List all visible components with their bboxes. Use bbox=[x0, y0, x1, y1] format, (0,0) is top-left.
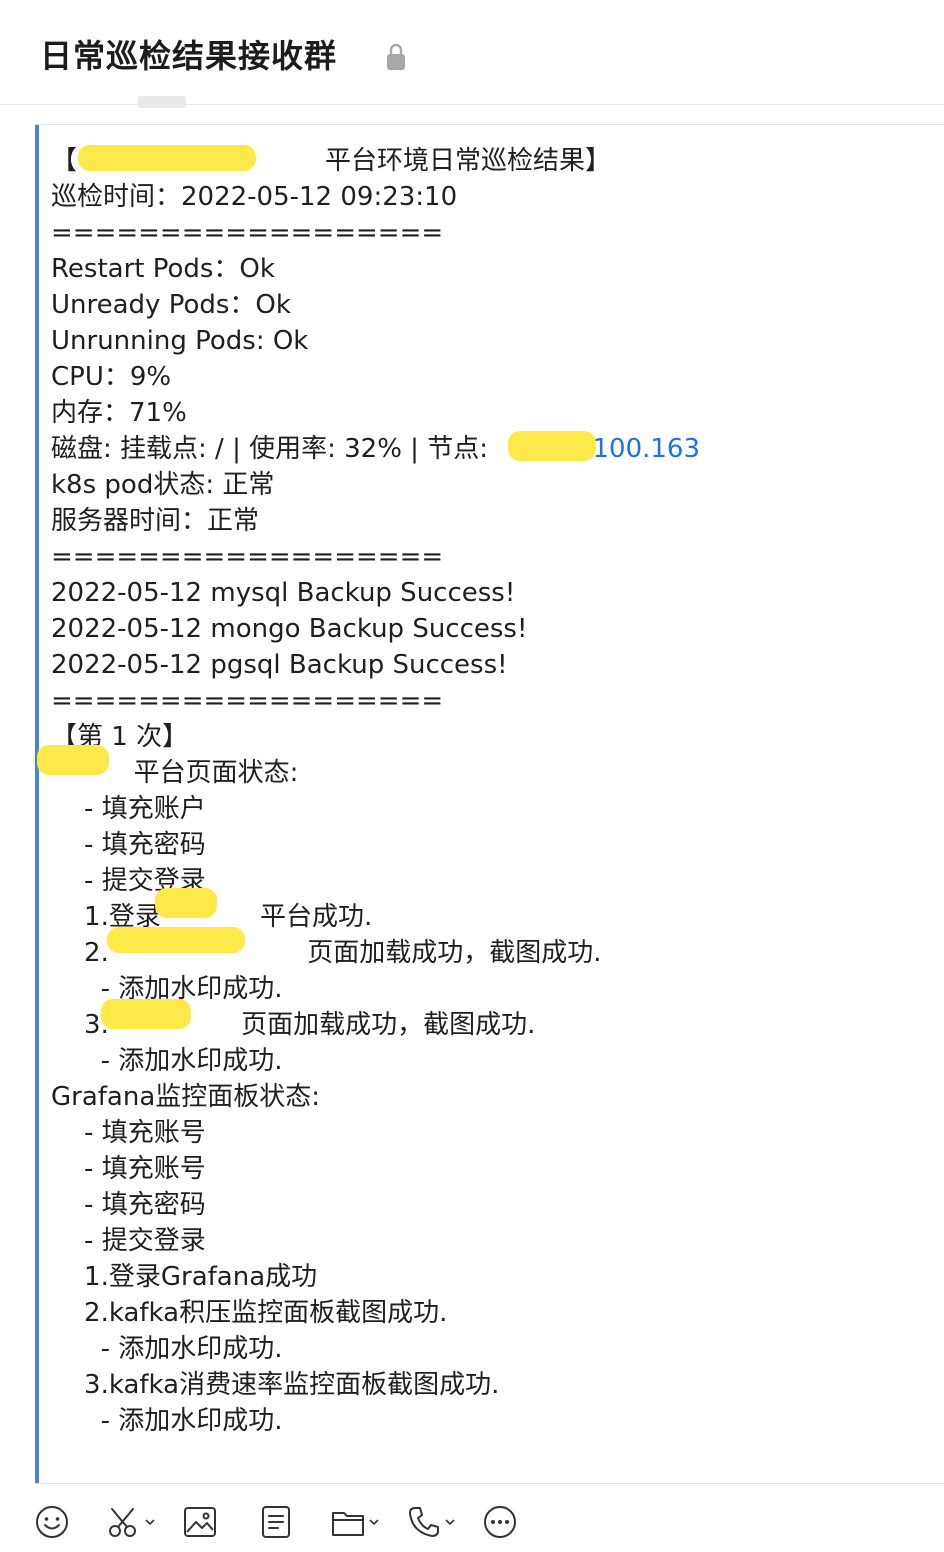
message-line: - 填充密码 bbox=[51, 830, 206, 860]
message-bubble: 【 平台环境日常巡检结果】 巡检时间：2022-05-12 09:23:10 =… bbox=[35, 124, 944, 1484]
message-line: Unready Pods：Ok bbox=[51, 290, 291, 320]
call-button[interactable] bbox=[406, 1504, 456, 1540]
node-ip-link[interactable]: .100.163 bbox=[584, 434, 700, 464]
message-line: - 填充账号 bbox=[51, 1118, 206, 1148]
disk-text: 磁盘: 挂载点: / | 使用率: 32% | 节点: bbox=[51, 434, 497, 464]
message-text: 【 平台环境日常巡检结果】 巡检时间：2022-05-12 09:23:10 =… bbox=[51, 143, 931, 1439]
message-line: 巡检时间：2022-05-12 09:23:10 bbox=[51, 182, 458, 212]
chat-header: 日常巡检结果接收群 bbox=[0, 0, 944, 108]
message-line: 2022-05-12 mongo Backup Success! bbox=[51, 614, 528, 644]
message-line: ================== bbox=[51, 686, 444, 716]
message-line: ================== bbox=[51, 542, 444, 572]
message-line: CPU：9% bbox=[51, 362, 172, 392]
chevron-down-icon[interactable] bbox=[444, 1516, 456, 1528]
screenshot-button[interactable] bbox=[106, 1504, 156, 1540]
document-icon bbox=[262, 1506, 290, 1538]
image-icon bbox=[184, 1507, 216, 1537]
input-toolbar bbox=[0, 1490, 944, 1552]
message-line: - 填充账户 bbox=[51, 794, 206, 824]
emoji-icon bbox=[36, 1506, 68, 1538]
message-line: 服务器时间：正常 bbox=[51, 506, 260, 536]
message-line: - 添加水印成功. bbox=[51, 1406, 283, 1436]
folder-icon bbox=[332, 1512, 364, 1536]
message-line: 内存：71% bbox=[51, 398, 187, 428]
message-line: - 填充账号 bbox=[51, 1154, 206, 1184]
message-line: Restart Pods：Ok bbox=[51, 254, 275, 284]
more-icon bbox=[484, 1506, 516, 1538]
redaction-mark bbox=[78, 145, 256, 171]
chevron-down-icon[interactable] bbox=[368, 1516, 380, 1528]
message-line: 2022-05-12 mysql Backup Success! bbox=[51, 578, 516, 608]
chevron-down-icon[interactable] bbox=[144, 1516, 156, 1528]
folder-button[interactable] bbox=[330, 1504, 380, 1540]
phone-icon bbox=[409, 1507, 439, 1537]
sender-tag-peek bbox=[138, 96, 186, 108]
message-line: 3.kafka消费速率监控面板截图成功. bbox=[51, 1370, 500, 1400]
message-line: - 提交登录 bbox=[51, 1226, 206, 1256]
message-line: k8s pod状态: 正常 bbox=[51, 470, 275, 500]
message-line: 【第 1 次】 bbox=[51, 722, 189, 752]
message-line: - 添加水印成功. bbox=[51, 1046, 283, 1076]
chat-title: 日常巡检结果接收群 bbox=[40, 37, 338, 75]
redaction-mark bbox=[107, 927, 245, 953]
message-line: 1.登录Grafana成功 bbox=[51, 1262, 318, 1292]
more-button[interactable] bbox=[482, 1504, 518, 1540]
message-line: 2.kafka积压监控面板截图成功. bbox=[51, 1298, 448, 1328]
message-line: ================== bbox=[51, 218, 444, 248]
message-line: 平台页面状态: bbox=[51, 758, 299, 788]
message-line: Grafana监控面板状态: bbox=[51, 1082, 321, 1112]
redaction-mark bbox=[155, 888, 217, 918]
redaction-mark bbox=[508, 431, 596, 461]
message-line: - 填充密码 bbox=[51, 1190, 206, 1220]
emoji-button[interactable] bbox=[34, 1504, 70, 1540]
redaction-mark bbox=[101, 999, 191, 1029]
document-button[interactable] bbox=[258, 1504, 294, 1540]
lock-icon bbox=[387, 43, 405, 70]
message-line: 2022-05-12 pgsql Backup Success! bbox=[51, 650, 508, 680]
message-line: - 添加水印成功. bbox=[51, 1334, 283, 1364]
message-line-disk: 磁盘: 挂载点: / | 使用率: 32% | 节点: .100.163 bbox=[51, 431, 931, 467]
message-line: Unrunning Pods: Ok bbox=[51, 326, 309, 356]
image-button[interactable] bbox=[182, 1504, 218, 1540]
quote-bar bbox=[35, 125, 39, 1483]
scissors-icon bbox=[109, 1508, 136, 1537]
redaction-mark bbox=[37, 745, 109, 775]
